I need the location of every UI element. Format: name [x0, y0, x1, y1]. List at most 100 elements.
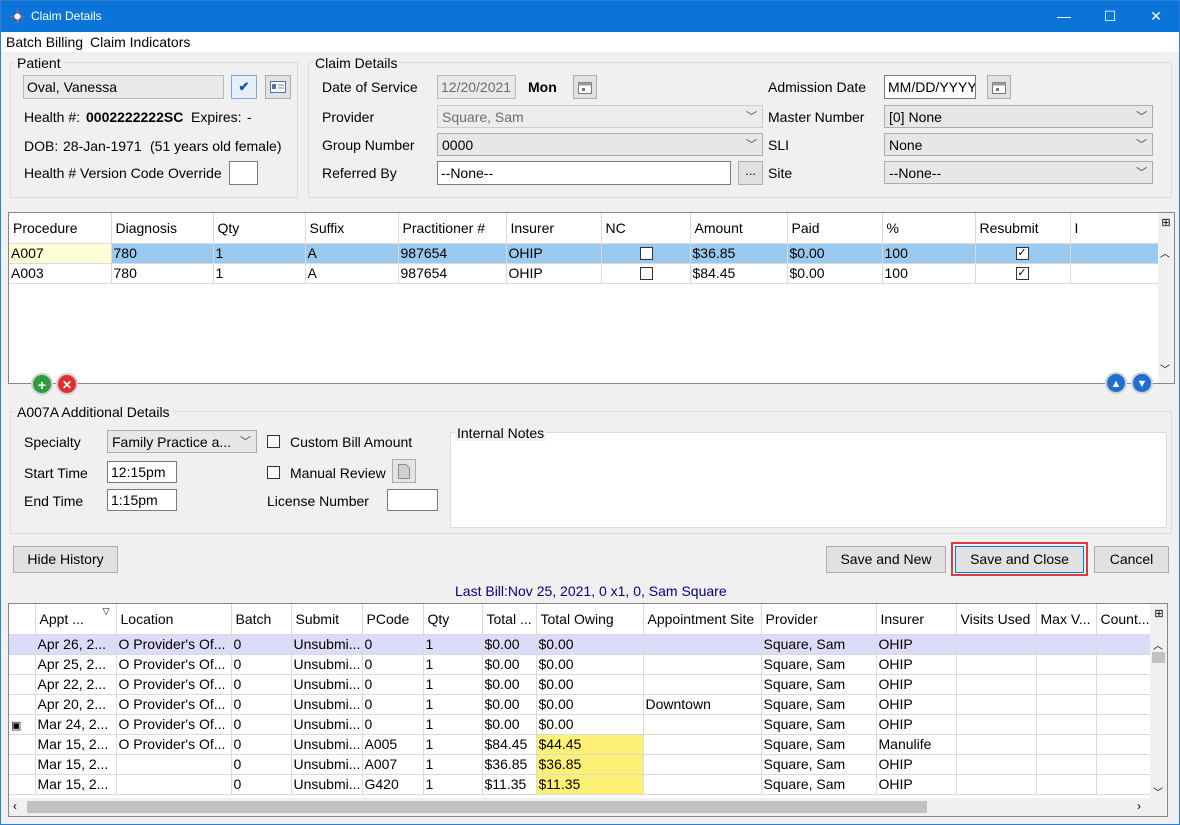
max-visits-cell[interactable]: [1036, 674, 1097, 695]
location-cell[interactable]: O Provider's Of...: [116, 634, 232, 655]
submit-cell[interactable]: Unsubmi...: [291, 774, 363, 795]
total-cell[interactable]: $36.85: [482, 754, 537, 775]
provider-cell[interactable]: Square, Sam: [761, 734, 877, 755]
hide-history-button[interactable]: Hide History: [13, 546, 118, 573]
col-appointment-site[interactable]: Appointment Site: [643, 604, 762, 635]
scroll-up-icon[interactable]: ︿: [1160, 245, 1170, 260]
appointment-site-cell[interactable]: [643, 754, 762, 775]
submit-cell[interactable]: Unsubmi...: [291, 694, 363, 715]
percent-cell[interactable]: 100: [882, 263, 976, 284]
batch-cell[interactable]: 0: [231, 654, 292, 675]
nc-checkbox[interactable]: [639, 246, 653, 260]
count-cell[interactable]: [1096, 694, 1153, 715]
history-vertical-scrollbar[interactable]: ⊞ ︿ ﹀: [1150, 604, 1167, 816]
scroll-down-icon[interactable]: ﹀: [1160, 361, 1170, 376]
col-total[interactable]: Total ...: [482, 604, 537, 635]
menu-batch-billing[interactable]: Batch Billing: [6, 34, 83, 50]
col-insurer[interactable]: Insurer: [876, 604, 957, 635]
pcode-cell[interactable]: G420: [362, 774, 424, 795]
add-procedure-icon[interactable]: +: [31, 373, 53, 395]
appointment-site-cell[interactable]: [643, 654, 762, 675]
horizontal-scroll-thumb[interactable]: [27, 801, 927, 813]
visits-used-cell[interactable]: [956, 674, 1037, 695]
col-amount[interactable]: Amount: [690, 213, 788, 244]
history-row[interactable]: Apr 26, 2... O Provider's Of... 0 Unsubmi..…: [9, 634, 1153, 655]
total-cell[interactable]: $11.35: [482, 774, 537, 795]
total-cell[interactable]: $0.00: [482, 694, 537, 715]
col-diagnosis[interactable]: Diagnosis: [111, 213, 214, 244]
batch-cell[interactable]: 0: [231, 694, 292, 715]
diagnosis-cell[interactable]: 780: [111, 263, 214, 284]
count-cell[interactable]: [1096, 734, 1153, 755]
appointment-site-cell[interactable]: [643, 734, 762, 755]
scroll-up-icon[interactable]: ︿: [1153, 637, 1163, 652]
procedures-scrollbar[interactable]: ⊞ ︿ ﹀: [1158, 213, 1174, 383]
history-row[interactable]: Apr 22, 2... O Provider's Of... 0 Unsubmi..…: [9, 674, 1153, 695]
batch-cell[interactable]: 0: [231, 734, 292, 755]
submit-cell[interactable]: Unsubmi...: [291, 714, 363, 735]
provider-cell[interactable]: Square, Sam: [761, 674, 877, 695]
site-select[interactable]: --None-- ﹀: [884, 161, 1153, 184]
provider-cell[interactable]: Square, Sam: [761, 774, 877, 795]
col-batch[interactable]: Batch: [231, 604, 292, 635]
col-resubmit[interactable]: Resubmit: [975, 213, 1071, 244]
pcode-cell[interactable]: 0: [362, 654, 424, 675]
col-location[interactable]: Location: [116, 604, 232, 635]
total-owing-cell[interactable]: $0.00: [536, 694, 644, 715]
appointment-site-cell[interactable]: Downtown: [643, 694, 762, 715]
appointment-site-cell[interactable]: [643, 774, 762, 795]
batch-cell[interactable]: 0: [231, 634, 292, 655]
master-number-select[interactable]: [0] None ﹀: [884, 105, 1153, 128]
procedure-row[interactable]: A003 780 1 A 987654 OHIP $84.45 $0.00 10…: [9, 263, 1160, 284]
insurer-cell[interactable]: Manulife: [876, 734, 957, 755]
cancel-button[interactable]: Cancel: [1094, 546, 1169, 573]
visits-used-cell[interactable]: [956, 714, 1037, 735]
qty-cell[interactable]: 1: [423, 654, 483, 675]
provider-cell[interactable]: Square, Sam: [761, 654, 877, 675]
count-cell[interactable]: [1096, 754, 1153, 775]
history-row[interactable]: ▣ Mar 24, 2... O Provider's Of... 0 Unsubmi.…: [9, 714, 1153, 735]
total-cell[interactable]: $0.00: [482, 674, 537, 695]
total-cell[interactable]: $84.45: [482, 734, 537, 755]
count-cell[interactable]: [1096, 634, 1153, 655]
batch-cell[interactable]: 0: [231, 754, 292, 775]
resubmit-cell[interactable]: ✓: [975, 263, 1071, 284]
qty-cell[interactable]: 1: [423, 734, 483, 755]
patient-card-icon[interactable]: [265, 75, 291, 99]
nc-checkbox[interactable]: [639, 266, 653, 280]
qty-cell[interactable]: 1: [423, 714, 483, 735]
history-row[interactable]: Mar 15, 2... 0 Unsubmi... A007 1 $36.85 $36.85…: [9, 754, 1153, 775]
provider-cell[interactable]: Square, Sam: [761, 714, 877, 735]
manual-review-checkbox[interactable]: [267, 466, 280, 479]
suffix-cell[interactable]: A: [305, 263, 399, 284]
location-cell[interactable]: O Provider's Of...: [116, 714, 232, 735]
move-up-icon[interactable]: ▲: [1105, 372, 1127, 394]
amount-cell[interactable]: $36.85: [690, 243, 788, 264]
pcode-cell[interactable]: 0: [362, 674, 424, 695]
move-down-icon[interactable]: ▼: [1131, 372, 1153, 394]
col-nc[interactable]: NC: [601, 213, 691, 244]
pcode-cell[interactable]: 0: [362, 714, 424, 735]
appt-cell[interactable]: Mar 15, 2...: [35, 734, 117, 755]
qty-cell[interactable]: 1: [423, 754, 483, 775]
calendar-icon[interactable]: [987, 75, 1011, 99]
custom-bill-checkbox[interactable]: [267, 435, 280, 448]
total-cell[interactable]: $0.00: [482, 714, 537, 735]
nc-cell[interactable]: [601, 243, 691, 264]
location-cell[interactable]: O Provider's Of...: [116, 734, 232, 755]
appt-cell[interactable]: Mar 15, 2...: [35, 754, 117, 775]
scroll-left-icon[interactable]: ‹: [13, 799, 17, 813]
amount-cell[interactable]: $84.45: [690, 263, 788, 284]
checkmark-icon[interactable]: ✔: [231, 75, 257, 99]
batch-cell[interactable]: 0: [231, 674, 292, 695]
resubmit-checkbox[interactable]: ✓: [1015, 246, 1029, 260]
col-provider[interactable]: Provider: [761, 604, 877, 635]
end-time-field[interactable]: 1:15pm: [107, 489, 177, 511]
resubmit-cell[interactable]: ✓: [975, 243, 1071, 264]
visits-used-cell[interactable]: [956, 654, 1037, 675]
internal-notes-box[interactable]: [450, 432, 1167, 528]
insurer-cell[interactable]: OHIP: [876, 694, 957, 715]
vertical-scroll-thumb[interactable]: [1152, 652, 1165, 663]
submit-cell[interactable]: Unsubmi...: [291, 674, 363, 695]
count-cell[interactable]: [1096, 654, 1153, 675]
